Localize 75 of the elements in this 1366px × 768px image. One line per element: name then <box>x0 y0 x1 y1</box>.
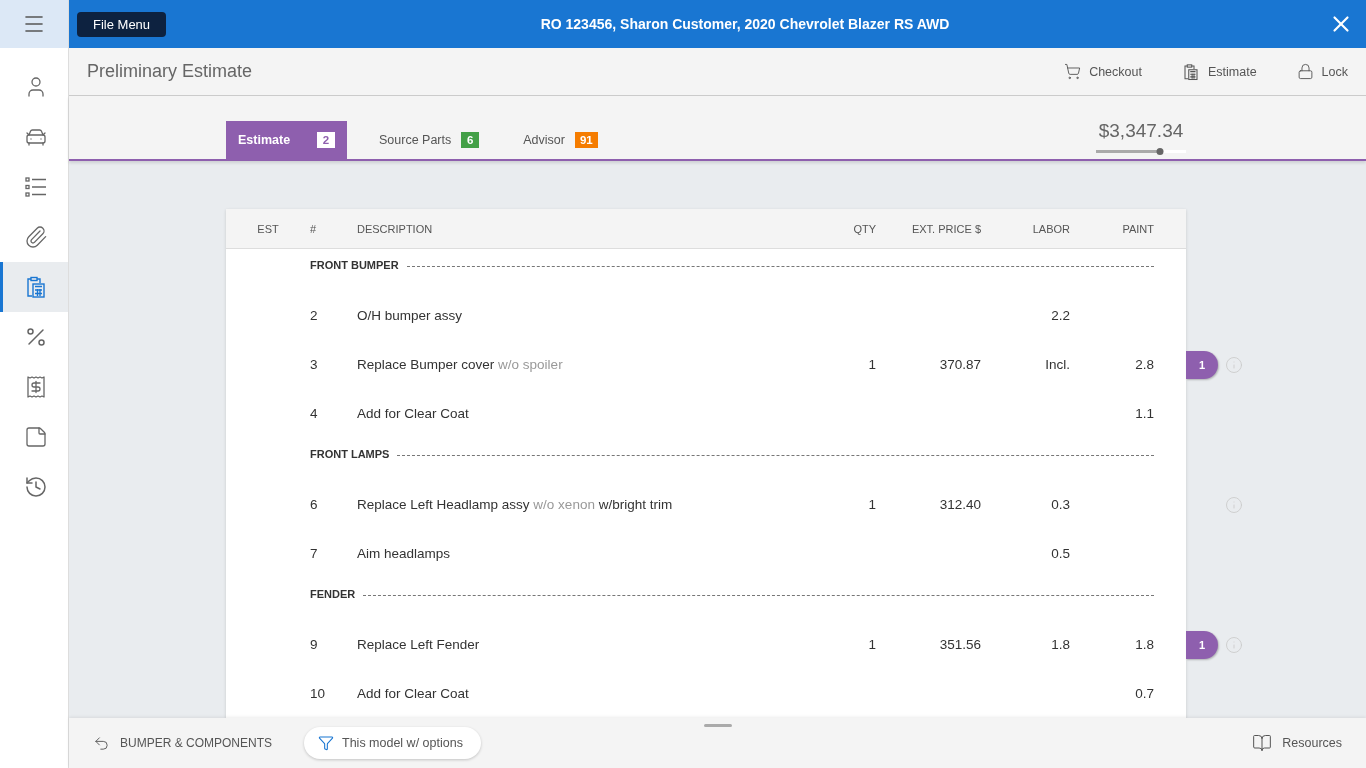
column-header: LABOR <box>1031 222 1070 235</box>
file-menu-button[interactable]: File Menu <box>77 11 167 37</box>
slider-track[interactable] <box>1096 150 1186 153</box>
menu-button[interactable] <box>0 0 68 48</box>
table-cell-text: 2.2 <box>1050 308 1070 323</box>
table-cell-text: 0.5 <box>1050 546 1070 561</box>
count-tab[interactable]: 1 <box>1186 631 1218 659</box>
filter-icon <box>318 735 334 751</box>
description-cell-text: Add for Clear Coat <box>357 406 470 421</box>
table-cell-text: 0.7 <box>1134 686 1154 701</box>
count-badge: 6 <box>461 132 480 148</box>
section-heading: FENDER <box>310 588 356 600</box>
window-title: RO 123456, Sharon Customer, 2020 Chevrolet Blazer RS AWD <box>539 16 951 32</box>
history-icon <box>23 475 48 499</box>
column-header: EST <box>256 222 280 235</box>
count-badge: 2 <box>317 132 335 148</box>
table-cell-text: 1 <box>867 637 876 652</box>
count-badge: 91 <box>574 132 598 148</box>
page-title: Preliminary Estimate <box>87 61 254 82</box>
tab[interactable]: Advisor 91 <box>511 121 610 159</box>
toolbar-button[interactable]: Lock <box>1296 63 1348 80</box>
table-cell-text: 1 <box>867 357 876 372</box>
column-header: EXT. PRICE $ <box>910 222 981 235</box>
table-cell-text: 7 <box>310 546 319 561</box>
paperclip-icon <box>23 225 48 249</box>
description-cell-text: Add for Clear Coat <box>357 686 470 701</box>
note-icon <box>23 425 48 449</box>
table-cell-text: 10 <box>310 686 327 701</box>
cart-icon <box>1064 63 1082 80</box>
table-cell-text: 1 <box>867 497 876 512</box>
section-heading: FRONT LAMPS <box>310 448 390 460</box>
tab-label: Estimate <box>238 133 291 147</box>
table-cell-text: 1.8 <box>1134 637 1154 652</box>
table-cell-text: Incl. <box>1044 357 1070 372</box>
table-cell-text: 9 <box>310 637 319 652</box>
toolbar-button[interactable]: Estimate <box>1181 62 1257 81</box>
book-icon <box>1252 733 1273 753</box>
table-cell-text: 351.56 <box>938 637 981 652</box>
back-link[interactable]: BUMPER & COMPONENTS <box>93 734 272 752</box>
total-amount: $3,347.34 <box>1098 120 1184 142</box>
tab[interactable]: Source Parts 6 <box>367 121 492 159</box>
tab[interactable]: Estimate 2 <box>226 121 347 159</box>
column-header: # <box>310 222 318 235</box>
lock-icon <box>1296 63 1314 80</box>
table-cell-text: 370.87 <box>938 357 981 372</box>
column-header: DESCRIPTION <box>357 222 434 235</box>
table-cell-text: 4 <box>310 406 319 421</box>
table-cell-text: 2 <box>310 308 319 323</box>
filter-button[interactable]: This model w/ options <box>304 727 481 759</box>
section-heading: FRONT BUMPER <box>310 259 399 271</box>
description-cell-text: Aim headlamps <box>357 546 452 561</box>
tab-label: Advisor <box>523 133 565 147</box>
drag-handle[interactable] <box>703 724 732 727</box>
table-cell-text: 1.8 <box>1050 637 1070 652</box>
toolbar-button[interactable]: Checkout <box>1064 63 1142 80</box>
tab-label: Source Parts <box>379 133 452 147</box>
description-cell-text: Replace Left Fender <box>357 637 481 652</box>
table-cell-text: 2.8 <box>1134 357 1154 372</box>
column-header: QTY <box>852 222 876 235</box>
description-cell-text: O/H bumper assy <box>357 308 464 323</box>
clipboard-calculator-icon <box>1181 62 1200 81</box>
back-arrow-icon <box>93 734 110 752</box>
description-cell-text: Replace Bumper cover w/o spoiler <box>357 357 564 372</box>
table-cell-text: 6 <box>310 497 319 512</box>
table-cell-text: 3 <box>310 357 319 372</box>
resources-button[interactable]: Resources <box>1252 733 1342 753</box>
table-cell-text: 0.3 <box>1050 497 1070 512</box>
count-tab[interactable]: 1 <box>1186 351 1218 379</box>
table-cell-text: 312.40 <box>938 497 981 512</box>
description-cell-text: Replace Left Headlamp assy w/o xenon w/bright trim <box>357 497 674 512</box>
sidebar-item[interactable] <box>0 262 68 312</box>
column-header: PAINT <box>1121 222 1154 235</box>
table-cell-text: 1.1 <box>1134 406 1154 421</box>
checklist-icon <box>23 175 48 199</box>
slider-thumb[interactable] <box>1156 148 1164 155</box>
